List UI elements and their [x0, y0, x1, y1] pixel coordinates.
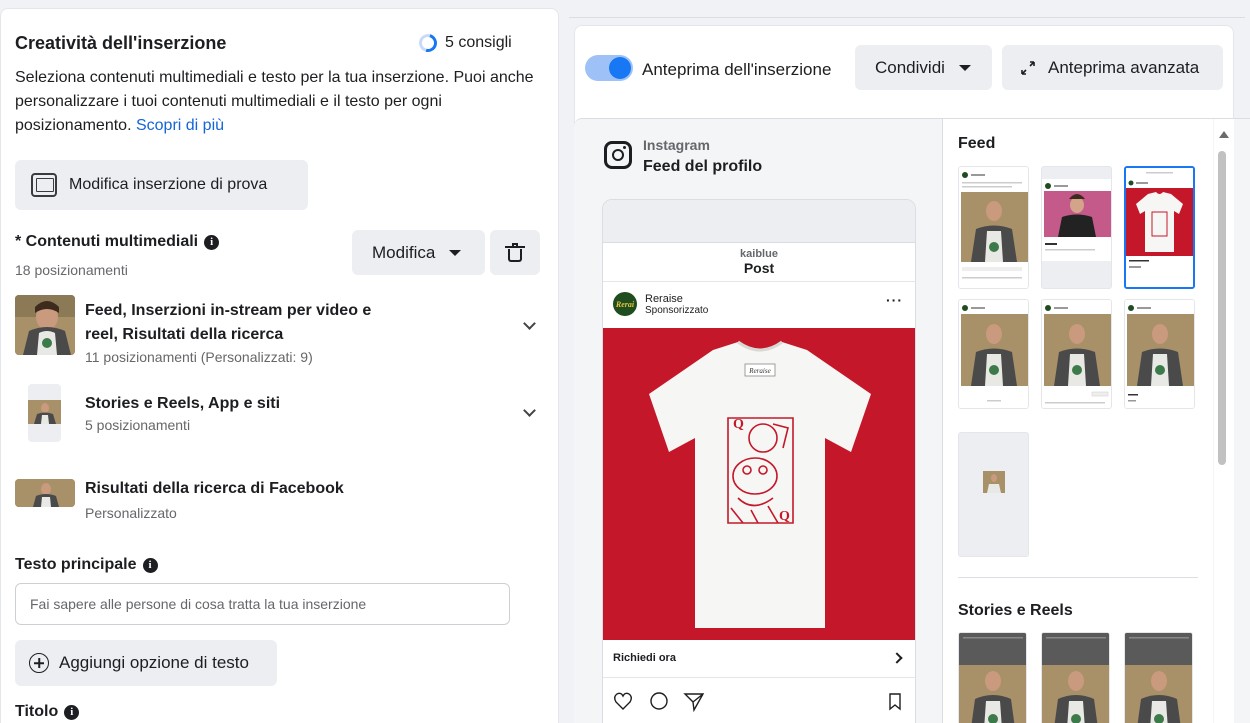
comment-icon — [650, 692, 668, 710]
placement-title: Feed, Inserzioni in-stream per video e r… — [85, 302, 372, 343]
phone-status-bar — [603, 200, 915, 242]
profile-username: kaiblue — [740, 248, 778, 260]
edit-test-ad-label: Modifica inserzione di prova — [69, 176, 268, 193]
placement-group-stories[interactable]: Stories e Reels, App e siti 5 posizionam… — [15, 384, 540, 442]
placement-thumbnail[interactable] — [958, 632, 1027, 723]
info-icon[interactable]: i — [204, 234, 220, 250]
add-text-option-button[interactable]: Aggiungi opzione di testo — [15, 640, 277, 686]
instagram-icon — [604, 141, 632, 169]
advanced-preview-label: Anteprima avanzata — [1048, 57, 1200, 77]
info-icon[interactable]: i — [142, 557, 158, 573]
profile-header-title: Post — [743, 260, 775, 276]
preview-toggle-label: Anteprima dell'inserzione — [642, 60, 832, 79]
headline-title: Titolo i — [15, 703, 80, 721]
preview-area: Instagram Feed del profilo kaiblue Post … — [574, 118, 1250, 723]
placement-count: 11 posizionamenti (Personalizzati: 9) — [85, 349, 313, 365]
placement-thumbnail[interactable] — [1041, 299, 1112, 409]
media-thumbnail — [15, 479, 75, 507]
section-description: Seleziona contenuti multimediali e testo… — [15, 66, 545, 138]
placement-count: Personalizzato — [85, 505, 177, 521]
media-count: 18 posizionamenti — [15, 262, 128, 278]
caret-down-icon — [449, 249, 462, 256]
chevron-right-icon — [891, 652, 903, 664]
primary-text-title-text: Testo principale — [15, 556, 137, 573]
placement-thumbnail[interactable] — [1041, 632, 1110, 723]
progress-ring-icon — [415, 30, 441, 56]
account-name: Reraise — [645, 292, 683, 305]
chevron-down-icon[interactable] — [523, 404, 536, 417]
heart-icon — [614, 692, 632, 710]
placement-group-search[interactable]: Risultati della ricerca di Facebook Pers… — [15, 471, 540, 521]
headline-title-text: Titolo — [15, 703, 59, 720]
primary-text-input[interactable]: Fai sapere alle persone di cosa tratta l… — [15, 583, 510, 625]
placement-gallery: Feed Stories e Reels — [943, 119, 1213, 723]
svg-text:Q: Q — [779, 509, 790, 524]
placement-name: Feed del profilo — [643, 158, 763, 175]
sponsored-label: Sponsorizzato — [645, 304, 709, 316]
toggle-knob — [609, 57, 631, 79]
svg-text:Q: Q — [733, 417, 744, 432]
more-icon[interactable]: ··· — [886, 292, 903, 308]
placement-thumbnail[interactable] — [1124, 299, 1195, 409]
ad-image: Reraise Q Q — [603, 328, 915, 640]
scroll-up-icon[interactable] — [1219, 131, 1229, 138]
ad-preview-panel: Anteprima dell'inserzione Condividi Ante… — [574, 25, 1250, 723]
share-icon — [683, 693, 705, 713]
chevron-down-icon[interactable] — [523, 317, 536, 330]
divider — [958, 577, 1198, 578]
placement-thumbnail[interactable] — [1124, 632, 1193, 723]
brand-avatar: Rerai — [613, 292, 637, 316]
divider — [569, 17, 1245, 18]
placement-title: Stories e Reels, App e siti — [85, 395, 281, 412]
delete-media-button[interactable] — [490, 230, 540, 275]
platform-name: Instagram — [643, 137, 710, 153]
preview-toggle[interactable] — [585, 55, 633, 81]
add-text-option-label: Aggiungi opzione di testo — [59, 653, 249, 672]
scroll-thumb[interactable] — [1218, 151, 1226, 465]
gallery-feed-title: Feed — [958, 135, 996, 152]
share-label: Condividi — [875, 57, 945, 77]
edit-media-button[interactable]: Modifica — [352, 230, 485, 275]
placement-thumbnail-selected[interactable] — [1124, 166, 1195, 289]
ad-account: Rerai Reraise Sponsorizzato — [613, 292, 708, 316]
edit-test-ad-button[interactable]: Modifica inserzione di prova — [15, 160, 308, 210]
placement-title: Risultati della ricerca di Facebook — [85, 480, 344, 497]
ad-creative-panel: Creatività dell'inserzione 5 consigli Se… — [0, 8, 559, 723]
tips-link[interactable]: 5 consigli — [415, 30, 512, 56]
phone-header: kaiblue Post — [603, 242, 915, 282]
primary-text-title: Testo principale i — [15, 556, 158, 574]
media-thumbnail — [28, 384, 61, 442]
description-text: Seleziona contenuti multimediali e testo… — [15, 69, 534, 134]
cta-label: Richiedi ora — [613, 652, 676, 664]
advanced-preview-button[interactable]: Anteprima avanzata — [1002, 45, 1223, 90]
trash-icon — [505, 242, 525, 262]
svg-text:Reraise: Reraise — [748, 367, 770, 375]
media-title: * Contenuti multimediali i — [15, 233, 220, 251]
bookmark-icon — [889, 693, 901, 711]
media-thumbnail — [15, 295, 75, 355]
plus-circle-icon — [29, 653, 49, 673]
gallery-scrollbar[interactable] — [1214, 119, 1234, 723]
placement-thumbnail[interactable] — [958, 432, 1029, 557]
tips-label: 5 consigli — [445, 34, 512, 51]
caret-down-icon — [958, 64, 971, 71]
section-title: Creatività dell'inserzione — [15, 33, 227, 53]
placement-thumbnail[interactable] — [958, 299, 1029, 409]
placement-count: 5 posizionamenti — [85, 417, 191, 433]
post-actions — [613, 690, 907, 714]
share-button[interactable]: Condividi — [855, 45, 992, 90]
placement-group-feed[interactable]: Feed, Inserzioni in-stream per video e r… — [15, 295, 540, 365]
expand-icon — [1021, 60, 1035, 75]
edit-media-label: Modifica — [372, 242, 436, 262]
cta-bar[interactable]: Richiedi ora — [603, 640, 915, 678]
placement-thumbnail[interactable] — [958, 166, 1029, 289]
screen-icon — [31, 173, 57, 197]
placement-thumbnail[interactable] — [1041, 166, 1112, 289]
info-icon[interactable]: i — [64, 704, 80, 720]
learn-more-link[interactable]: Scopri di più — [136, 117, 224, 134]
phone-mockup: kaiblue Post Rerai Reraise Sponsorizzato… — [602, 199, 916, 723]
gallery-stories-title: Stories e Reels — [958, 602, 1073, 619]
media-title-text: * Contenuti multimediali — [15, 233, 199, 250]
